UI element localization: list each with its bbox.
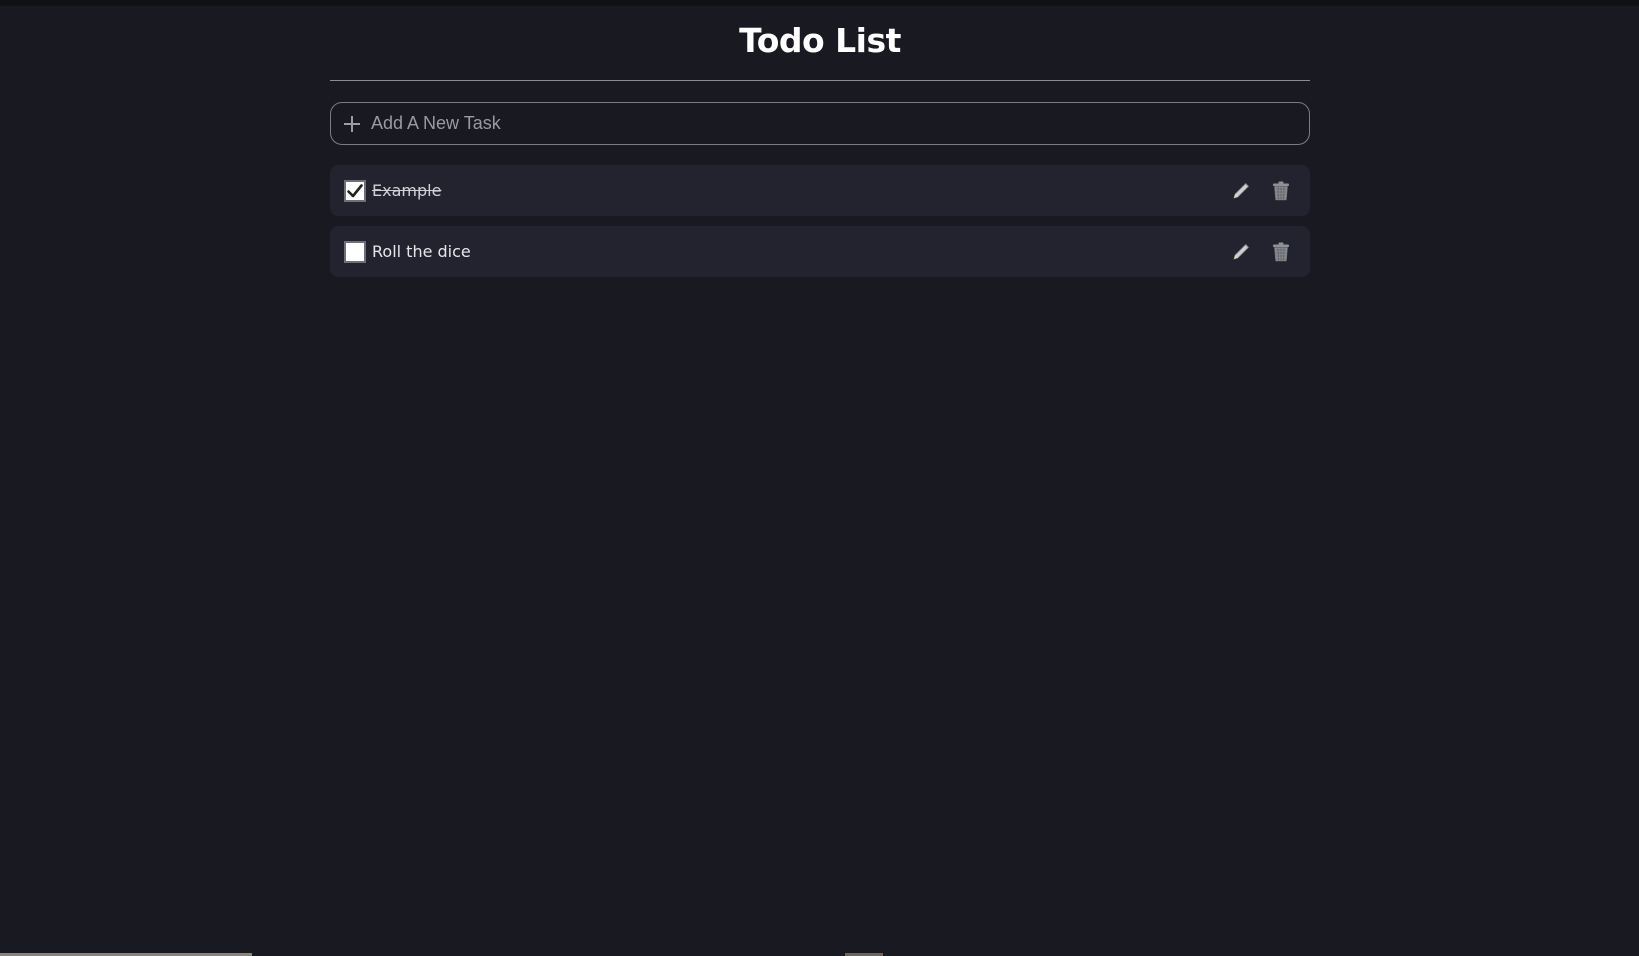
task-actions — [1230, 241, 1292, 263]
task-checkbox-checked[interactable] — [344, 179, 366, 202]
edit-task-button[interactable] — [1230, 180, 1252, 202]
task-label: Example — [372, 181, 442, 200]
task-list: Example Roll the dice — [330, 165, 1310, 277]
delete-task-button[interactable] — [1270, 180, 1292, 202]
pencil-icon — [1233, 182, 1249, 199]
task-item: Roll the dice — [330, 226, 1310, 277]
task-actions — [1230, 180, 1292, 202]
delete-task-button[interactable] — [1270, 241, 1292, 263]
edit-task-button[interactable] — [1230, 241, 1252, 263]
pencil-icon — [1233, 243, 1249, 260]
task-label: Roll the dice — [372, 242, 471, 261]
checkmark-icon — [347, 183, 363, 197]
task-item: Example — [330, 165, 1310, 216]
page-title: Todo List — [739, 21, 901, 60]
add-task-input[interactable] — [369, 103, 1309, 144]
add-task-box[interactable] — [330, 102, 1310, 145]
todo-app: Todo List Example — [330, 0, 1310, 287]
trash-icon — [1273, 242, 1289, 261]
trash-icon — [1273, 181, 1289, 200]
title-divider — [330, 80, 1310, 81]
task-checkbox-unchecked[interactable] — [344, 240, 366, 263]
plus-icon[interactable] — [343, 115, 361, 133]
